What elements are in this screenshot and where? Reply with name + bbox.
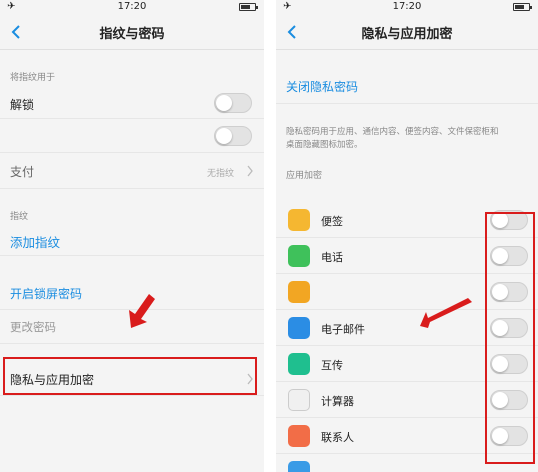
calculator-icon: [288, 389, 310, 411]
section-fingerprint: 指纹: [10, 212, 29, 222]
chevron-right-icon: [247, 165, 253, 177]
page-title: 指纹与密码: [99, 27, 165, 42]
app-lock-toggle[interactable]: [490, 426, 528, 446]
unlock-label: 解锁: [10, 98, 35, 112]
left-screen: ✈ 17:20 指纹与密码 将指纹用于 解锁 支付 无指纹 指纹 添加指纹 开启…: [0, 0, 264, 472]
folder-icon: [288, 281, 310, 303]
change-password-label[interactable]: 更改密码: [10, 319, 56, 335]
app-lock-toggle[interactable]: [490, 246, 528, 266]
list-item[interactable]: 互传: [276, 346, 538, 382]
close-privacy-password-row[interactable]: 关闭隐私密码: [276, 70, 538, 104]
section-app-encryption: 应用加密: [286, 171, 323, 181]
mail-icon: [288, 317, 310, 339]
unlock-toggle[interactable]: [214, 93, 252, 113]
app-lock-toggle[interactable]: [490, 354, 528, 374]
app-encryption-list: 便签 电话 电子邮件 互传 计算器 联系人: [276, 202, 538, 472]
battery-icon: [239, 3, 258, 11]
list-item[interactable]: 联系人: [276, 418, 538, 454]
list-item[interactable]: 便签: [276, 202, 538, 238]
nav-bar: 指纹与密码: [0, 14, 264, 50]
privacy-encryption-row[interactable]: 隐私与应用加密: [0, 362, 264, 396]
status-time: 17:20: [392, 1, 422, 12]
close-privacy-password-link[interactable]: 关闭隐私密码: [286, 78, 358, 95]
battery-icon: [513, 3, 532, 11]
privacy-description: 隐私密码用于应用、通信内容、便签内容、文件保密柜和 桌面隐藏图标加密。: [286, 127, 499, 150]
contacts-icon: [288, 425, 310, 447]
app-lock-toggle[interactable]: [490, 390, 528, 410]
add-fingerprint-row[interactable]: 添加指纹: [0, 226, 264, 256]
page-title: 隐私与应用加密: [361, 27, 453, 42]
change-password-row[interactable]: 更改密码: [0, 310, 264, 344]
app-lock-toggle[interactable]: [490, 318, 528, 338]
list-item[interactable]: 电话: [276, 238, 538, 274]
status-bar: ✈ 17:20: [0, 0, 264, 14]
privacy-encryption-label: 隐私与应用加密: [10, 373, 95, 387]
list-item[interactable]: [276, 274, 538, 310]
browser-icon: [288, 461, 310, 472]
enable-lock-password-link[interactable]: 开启锁屏密码: [10, 285, 82, 302]
transfer-icon: [288, 353, 310, 375]
app-lock-toggle[interactable]: [490, 210, 528, 230]
unnamed-toggle-row[interactable]: [0, 119, 264, 153]
app-lock-toggle[interactable]: [490, 282, 528, 302]
unnamed-toggle[interactable]: [214, 126, 252, 146]
status-time: 17:20: [117, 1, 147, 12]
list-item[interactable]: 计算器: [276, 382, 538, 418]
notes-icon: [288, 209, 310, 231]
section-fingerprint-use: 将指纹用于: [10, 73, 56, 83]
right-screen: ✈ 17:20 隐私与应用加密 关闭隐私密码 隐私密码用于应用、通信内容、便签内…: [276, 0, 538, 472]
unlock-row[interactable]: 解锁: [0, 89, 264, 119]
pay-value: 无指纹: [206, 169, 234, 179]
add-fingerprint-link[interactable]: 添加指纹: [10, 232, 60, 251]
status-bar: ✈ 17:20: [276, 0, 538, 14]
list-item[interactable]: [276, 454, 538, 472]
nav-bar: 隐私与应用加密: [276, 14, 538, 50]
enable-lock-password-row[interactable]: 开启锁屏密码: [0, 276, 264, 310]
pay-row[interactable]: 支付 无指纹: [0, 153, 264, 189]
pay-label: 支付: [10, 165, 35, 179]
list-item[interactable]: 电子邮件: [276, 310, 538, 346]
chevron-right-icon: [247, 373, 253, 385]
phone-icon: [288, 245, 310, 267]
